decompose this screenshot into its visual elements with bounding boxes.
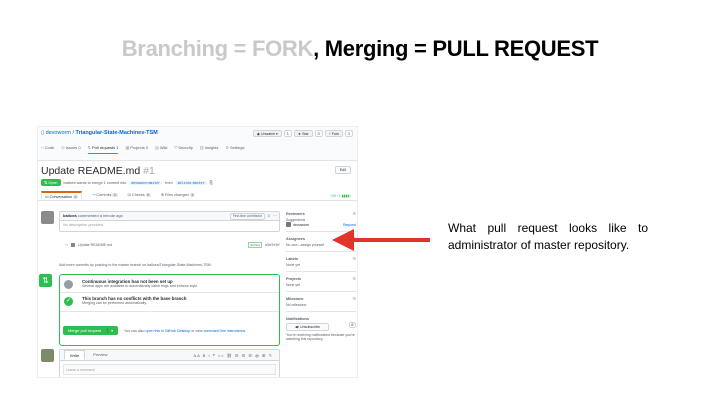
annotation-arrow <box>332 229 430 251</box>
arrow-head <box>332 229 354 251</box>
annotation-text: What pull request looks like to administ… <box>448 221 648 252</box>
